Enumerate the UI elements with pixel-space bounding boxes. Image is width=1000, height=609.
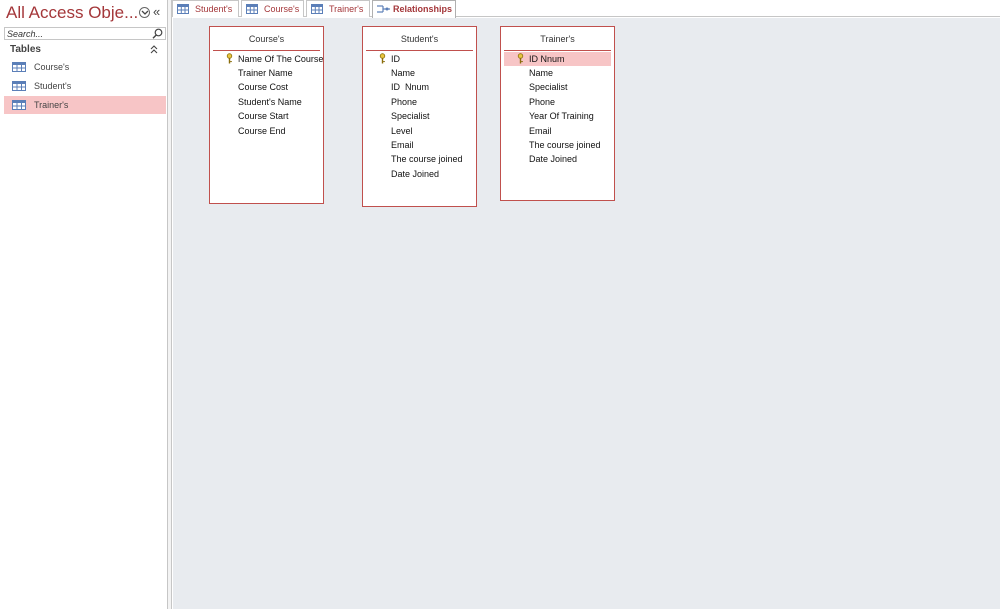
nav-dropdown-icon[interactable] [139,7,150,18]
table-icon [12,100,26,112]
nav-item-students[interactable]: Student's [4,77,166,95]
table-title[interactable]: Student's [363,27,476,51]
tab-relationships[interactable]: Relationships [372,0,456,18]
field-name: Name [529,68,554,78]
field-name: Name [391,68,416,78]
field-name: Phone [529,97,556,107]
search-icon[interactable] [152,28,163,41]
field-row[interactable]: Course Start [213,109,320,123]
field-row[interactable]: Specialist [504,80,611,94]
table-title-divider [504,50,611,51]
table-title-divider [213,50,320,51]
table-title[interactable]: Trainer's [501,27,614,51]
nav-item-label: Student's [34,81,72,91]
field-name: Date Joined [391,169,440,179]
field-row[interactable]: Name [366,66,473,80]
nav-item-courses[interactable]: Course's [4,58,166,76]
field-row[interactable]: Phone [366,95,473,109]
field-row[interactable]: Email [366,138,473,152]
relationships-icon [377,4,390,16]
tab-label: Relationships [393,4,453,14]
field-row[interactable]: Date Joined [366,167,473,181]
field-row[interactable]: Email [504,124,611,138]
table-icon [12,81,26,93]
table-icon [246,4,258,16]
nav-header[interactable]: All Access Obje... « [0,0,168,26]
field-row[interactable]: ID [366,52,473,66]
document-tabs: Student's Course's Trainer's Relationshi… [172,0,1000,18]
field-row[interactable]: The course joined [504,138,611,152]
nav-item-label: Trainer's [34,100,69,110]
field-row[interactable]: Name Of The Course [213,52,324,66]
primary-key-icon [226,53,233,66]
field-row[interactable]: Date Joined [504,152,611,166]
field-row[interactable]: Name [504,66,611,80]
table-icon [311,4,323,16]
pane-splitter[interactable] [168,0,172,609]
collapse-pane-icon[interactable]: « [153,4,160,19]
field-name: Specialist [529,82,568,92]
group-label: Tables [10,44,41,55]
field-row[interactable]: Level [366,124,473,138]
navigation-pane: All Access Obje... « Tables Course's Stu… [0,0,168,609]
nav-title[interactable]: All Access Obje... [6,3,138,23]
field-name: ID Nnum [529,54,565,64]
chevron-up-icon[interactable] [150,45,158,56]
field-row[interactable]: The course joined [366,152,473,166]
nav-item-label: Course's [34,62,70,72]
tab-courses[interactable]: Course's [241,0,304,17]
field-name: Specialist [391,111,430,121]
tab-students[interactable]: Student's [172,0,239,17]
search-input[interactable] [5,28,151,39]
table-title-divider [366,50,473,51]
table-icon [12,62,26,74]
primary-key-icon [379,53,386,66]
primary-key-icon [517,53,524,66]
field-name: Name Of The Course [238,54,324,64]
field-row[interactable]: Phone [504,95,611,109]
field-name: Trainer Name [238,68,293,78]
relationships-canvas[interactable]: Course's Name Of The Course Trainer Name… [173,18,1000,609]
tab-label: Course's [264,4,300,14]
tab-label: Trainer's [329,4,364,14]
field-name: Date Joined [529,154,578,164]
field-name: Email [529,126,552,136]
tab-label: Student's [195,4,233,14]
field-row[interactable]: Student's Name [213,95,320,109]
tables-group-header[interactable]: Tables [4,43,166,57]
table-icon [177,4,189,16]
field-row-selected[interactable]: ID Nnum [504,52,611,66]
field-name: ID Nnum [391,82,430,92]
table-box-courses[interactable]: Course's Name Of The Course Trainer Name… [209,26,324,204]
field-name: Level [391,126,413,136]
field-row[interactable]: Course Cost [213,80,320,94]
field-row[interactable]: Trainer Name [213,66,320,80]
table-title[interactable]: Course's [210,27,323,51]
field-name: Course Start [238,111,289,121]
nav-item-trainers[interactable]: Trainer's [4,96,166,114]
table-box-students[interactable]: Student's ID Name ID Nnum Phone Speciali… [362,26,477,207]
field-name: The course joined [529,140,601,150]
field-name: The course joined [391,154,463,164]
table-box-trainers[interactable]: Trainer's ID Nnum Name Specialist Phone … [500,26,615,201]
field-name: Course End [238,126,286,136]
field-name: Course Cost [238,82,289,92]
field-name: Year Of Training [529,111,594,121]
search-box[interactable] [4,27,166,40]
field-row[interactable]: Year Of Training [504,109,611,123]
field-row[interactable]: ID Nnum [366,80,473,94]
field-row[interactable]: Specialist [366,109,473,123]
field-row[interactable]: Course End [213,124,320,138]
field-name: Student's Name [238,97,302,107]
field-name: Phone [391,97,418,107]
field-name: Email [391,140,414,150]
field-name: ID [391,54,400,64]
tab-trainers[interactable]: Trainer's [306,0,370,17]
